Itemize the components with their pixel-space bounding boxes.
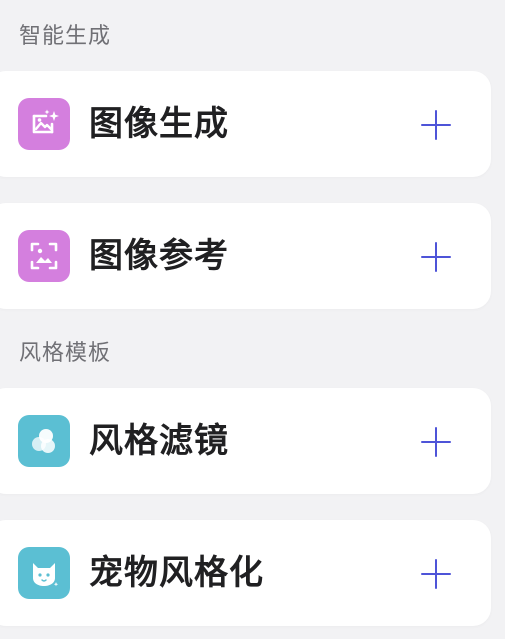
card-pet-stylize[interactable]: 宠物风格化 [0, 520, 491, 626]
style-filter-icon [18, 415, 70, 467]
add-style-filter-button[interactable] [421, 427, 451, 457]
card-label-style-filter: 风格滤镜 [89, 421, 229, 461]
card-label-image-reference: 图像参考 [89, 236, 229, 276]
card-style-filter[interactable]: 风格滤镜 [0, 388, 491, 494]
card-label-image-generate: 图像生成 [89, 104, 229, 144]
card-image-reference[interactable]: 图像参考 [0, 203, 491, 309]
card-image-generate[interactable]: 图像生成 [0, 71, 491, 177]
section-title-style-template: 风格模板 [19, 341, 112, 366]
section-title-smart-generate: 智能生成 [19, 24, 112, 49]
image-generate-icon [18, 98, 70, 150]
add-image-reference-button[interactable] [421, 242, 451, 272]
add-pet-stylize-button[interactable] [421, 559, 451, 589]
image-reference-icon [18, 230, 70, 282]
pet-stylize-icon [18, 547, 70, 599]
card-label-pet-stylize: 宠物风格化 [89, 553, 264, 593]
add-image-generate-button[interactable] [421, 110, 451, 140]
